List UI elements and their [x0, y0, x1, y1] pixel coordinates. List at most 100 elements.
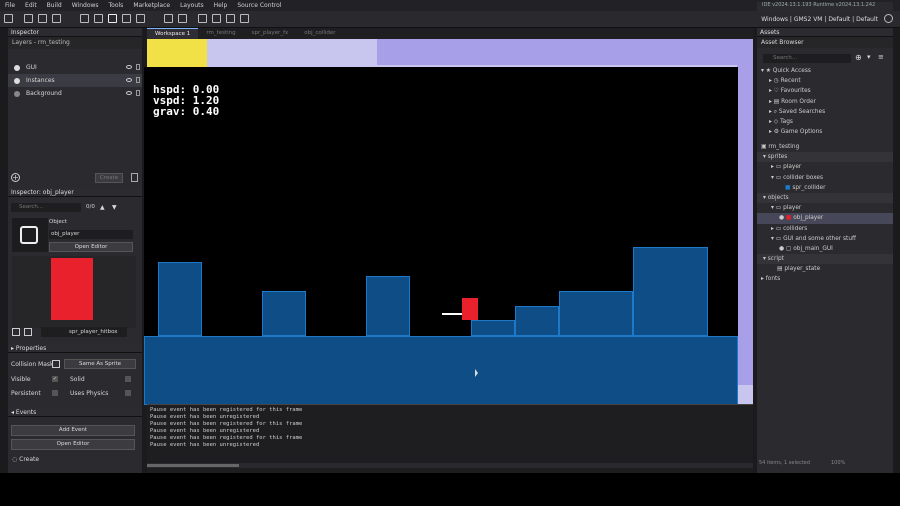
zoom-reset-icon[interactable] — [226, 14, 235, 23]
asset-item[interactable]: ● ■ obj_player — [757, 213, 893, 224]
console-line: Pause event has been unregistered — [150, 428, 260, 434]
layer-instances[interactable]: Instances — [8, 74, 142, 87]
quick-item[interactable]: ▸ ◷ Recent — [757, 76, 893, 86]
clean-icon[interactable] — [80, 14, 89, 23]
menu-windows[interactable]: Windows — [67, 2, 104, 9]
grid-icon[interactable] — [240, 14, 249, 23]
open-editor-button[interactable]: Open Editor — [49, 242, 133, 252]
layer-background[interactable]: Background — [8, 87, 142, 100]
persistent-checkbox[interactable] — [52, 390, 58, 396]
eye-icon[interactable] — [126, 78, 132, 82]
asset-item[interactable]: ● ▢ obj_main_GUI — [757, 244, 893, 254]
asset-label: collider boxes — [783, 174, 824, 181]
gear-icon[interactable] — [884, 14, 893, 23]
asset-folder[interactable]: ▾ objects — [757, 192, 893, 204]
lock-icon[interactable] — [136, 77, 140, 83]
menu-file[interactable]: File — [0, 2, 20, 9]
tab-spr-player[interactable]: spr_player_fx — [244, 28, 297, 39]
menu-source-control[interactable]: Source Control — [232, 2, 286, 9]
stop-icon[interactable] — [122, 14, 131, 23]
home-icon[interactable] — [4, 14, 13, 23]
menu-help[interactable]: Help — [209, 2, 233, 9]
mask-sprite-select[interactable]: spr_player_hitbox — [41, 327, 127, 337]
asset-search-input[interactable]: Search... — [763, 54, 851, 63]
open-editor-button-2[interactable]: Open Editor — [11, 439, 135, 450]
run-icon[interactable] — [108, 14, 117, 23]
tab-workspace-1[interactable]: Workspace 1 — [147, 28, 199, 39]
zoom-in-icon[interactable] — [198, 14, 207, 23]
tab-rm-testing[interactable]: rm_testing — [198, 28, 243, 39]
visible-label: Visible — [11, 376, 31, 383]
add-asset-icon[interactable]: ⊕ — [855, 53, 862, 62]
lock-icon[interactable] — [136, 90, 140, 96]
properties-header[interactable]: ▸ Properties — [8, 344, 142, 353]
add-event-button[interactable]: Add Event — [11, 425, 135, 436]
quick-item[interactable]: ▸ ♡ Favourites — [757, 86, 893, 96]
visible-checkbox[interactable]: ✓ — [52, 376, 58, 382]
target-icon[interactable] — [164, 14, 173, 23]
debug-icon[interactable] — [94, 14, 103, 23]
search-input[interactable]: Search... — [11, 203, 81, 212]
quick-access-label: Quick Access — [772, 68, 811, 74]
horizontal-scrollbar[interactable] — [147, 463, 753, 468]
solid-checkbox[interactable] — [125, 376, 131, 382]
quick-item[interactable]: ▸ ⌕ Saved Searches — [757, 107, 893, 117]
project-root[interactable]: ▣ rm_testing — [757, 142, 893, 152]
project-label: rm_testing — [768, 144, 800, 150]
zoom-out-icon[interactable] — [212, 14, 221, 23]
asset-folder[interactable]: ▾ ▭ GUI and some other stuff — [757, 234, 893, 244]
menu-build[interactable]: Build — [42, 2, 67, 9]
asset-item[interactable]: ■ spr_collider — [757, 183, 893, 193]
edit-icon[interactable] — [24, 328, 32, 336]
inspector-panel: Inspector Layers - rm_testing GUI Instan… — [8, 28, 142, 473]
asset-folder[interactable]: ▸ fonts — [757, 274, 893, 284]
next-icon[interactable]: ▼ — [112, 204, 117, 211]
lock-icon[interactable] — [136, 64, 140, 70]
workspace-tabs: Workspace 1 rm_testing spr_player_fx obj… — [147, 28, 753, 39]
scrollbar-thumb[interactable] — [147, 464, 239, 467]
object-name-field[interactable]: obj_player — [49, 230, 133, 239]
asset-folder[interactable]: ▸ ▭ colliders — [757, 224, 893, 234]
open-icon[interactable] — [38, 14, 47, 23]
asset-folder[interactable]: ▾ script — [757, 254, 893, 265]
quick-item[interactable]: ▸ ⚙ Game Options — [757, 127, 893, 137]
same-as-sprite-select[interactable]: Same As Sprite — [64, 359, 136, 369]
menu-marketplace[interactable]: Marketplace — [128, 2, 175, 9]
menu-layouts[interactable]: Layouts — [175, 2, 209, 9]
collision-edit-icon[interactable] — [52, 360, 60, 368]
layer-gui[interactable]: GUI — [8, 61, 142, 74]
create-button[interactable]: Create — [95, 173, 123, 183]
menu-icon[interactable]: ≡ — [878, 53, 884, 61]
asset-folder[interactable]: ▾ ▭ collider boxes — [757, 173, 893, 183]
asset-label: GUI and some other stuff — [783, 235, 856, 242]
asset-folder[interactable]: ▸ ▭ player — [757, 162, 893, 172]
pause-icon[interactable] — [136, 14, 145, 23]
asset-folder[interactable]: ▾ sprites — [757, 152, 893, 163]
filter-icon[interactable]: ▾ — [867, 53, 871, 61]
quick-item[interactable]: ▸ ◇ Tags — [757, 117, 893, 127]
asset-folder[interactable]: ▾ ▭ player — [757, 203, 893, 213]
output-console: Pause event has been registered for this… — [147, 404, 753, 473]
asset-label: player — [783, 205, 802, 212]
save-icon[interactable] — [52, 14, 61, 23]
sprite-icon[interactable] — [12, 328, 20, 336]
quick-access[interactable]: ▾ ★ Quick Access — [757, 66, 893, 76]
trash-icon[interactable] — [131, 173, 138, 182]
menu-edit[interactable]: Edit — [20, 2, 42, 9]
asset-label: obj_player — [793, 215, 824, 222]
menu-tools[interactable]: Tools — [104, 2, 129, 9]
tab-obj-collider[interactable]: obj_collider — [296, 28, 343, 39]
settings-icon[interactable] — [178, 14, 187, 23]
asset-item[interactable]: ▤ player_state — [757, 264, 893, 274]
target-selector[interactable]: Windows | GMS2 VM | Default | Default — [761, 16, 878, 23]
add-layer-icon[interactable]: + — [11, 173, 20, 182]
uses-physics-checkbox[interactable] — [125, 390, 131, 396]
quick-item[interactable]: ▸ ▤ Room Order — [757, 97, 893, 107]
eye-icon[interactable] — [126, 91, 132, 95]
game-window[interactable]: hspd: 0.00 vspd: 1.20 grav: 0.40 — [144, 67, 738, 405]
events-header[interactable]: ◂ Events — [8, 408, 142, 417]
create-event[interactable]: ◌ Create — [12, 456, 39, 463]
new-icon[interactable] — [24, 14, 33, 23]
prev-icon[interactable]: ▲ — [100, 204, 105, 211]
eye-icon[interactable] — [126, 65, 132, 69]
